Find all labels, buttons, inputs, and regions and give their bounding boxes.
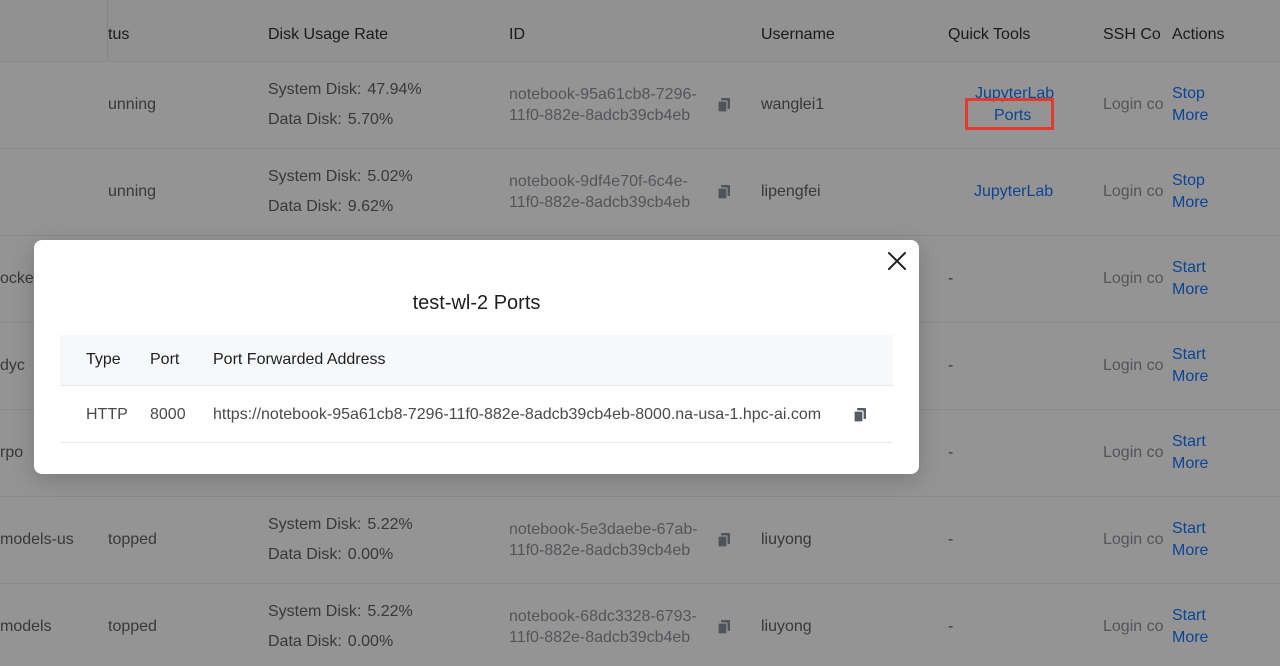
forwarded-address-link[interactable]: https://notebook-95a61cb8-7296-11f0-882e… (213, 406, 821, 424)
close-icon[interactable] (886, 250, 908, 272)
column-port: Port (150, 351, 180, 368)
copy-icon[interactable] (853, 407, 867, 423)
ports-table-header: Type Port Port Forwarded Address (60, 335, 893, 386)
column-type: Type (86, 351, 121, 368)
ports-modal: test-wl-2 Ports Type Port Port Forwarded… (34, 240, 919, 474)
modal-title: test-wl-2 Ports (412, 292, 541, 314)
column-forwarded-address: Port Forwarded Address (213, 351, 386, 368)
port-number: 8000 (150, 406, 186, 423)
ports-table-row: HTTP 8000 https://notebook-95a61cb8-7296… (60, 387, 893, 443)
ports-highlight-box (965, 98, 1054, 130)
port-type: HTTP (86, 406, 128, 423)
